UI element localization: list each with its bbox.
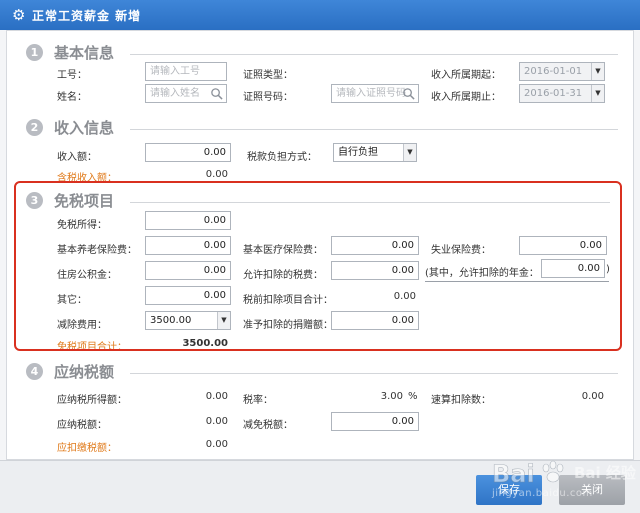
watermark-url: jingyan.baidu.com	[492, 488, 593, 499]
id-no-placeholder: 请输入证照号码	[336, 88, 406, 99]
section-title-basic: 基本信息	[54, 44, 115, 62]
baidu-watermark: Bai Bai 经验 jingyan.baidu.com	[488, 452, 638, 510]
section-number-basic: 1	[26, 44, 43, 61]
income-amount-label: 收入额：	[57, 152, 97, 163]
watermark-text: Bai 经验	[574, 464, 636, 482]
name-label: 姓名：	[57, 92, 87, 103]
period-start-value: 2016-01-01	[524, 66, 583, 77]
withholding-value: 0.00	[205, 439, 228, 450]
tax-bearer-select[interactable]: 自行负担 ▼	[333, 143, 417, 162]
dropdown-arrow-icon[interactable]: ▼	[403, 144, 416, 161]
id-no-input[interactable]: 请输入证照号码	[331, 84, 419, 103]
taxable-amount-value: 0.00	[205, 391, 228, 402]
section-divider	[130, 54, 618, 55]
search-icon[interactable]	[402, 87, 415, 100]
quick-deduction-value: 0.00	[581, 391, 604, 402]
svg-text:Bai: Bai	[492, 460, 535, 488]
search-icon[interactable]	[210, 87, 223, 100]
id-no-label: 证照号码：	[243, 92, 293, 103]
title-bar: ⚙ 正常工资薪金 新增	[0, 0, 640, 30]
period-start-label: 收入所属期起：	[431, 70, 501, 81]
section-title-tax: 应纳税额	[54, 363, 115, 381]
dropdown-arrow-icon[interactable]: ▼	[591, 63, 604, 80]
taxable-amount-label: 应纳税所得额：	[57, 395, 127, 406]
rate-unit: %	[408, 391, 418, 402]
highlight-box	[14, 181, 622, 351]
window-title: 正常工资薪金 新增	[32, 9, 142, 23]
period-start-select[interactable]: 2016-01-01 ▼	[519, 62, 605, 81]
tax-bearer-label: 税款负担方式：	[247, 152, 317, 163]
emp-id-input[interactable]: 请输入工号	[145, 62, 227, 81]
section-number-income: 2	[26, 119, 43, 136]
section-divider	[130, 373, 618, 374]
section-divider	[130, 129, 618, 130]
quick-deduction-label: 速算扣除数：	[431, 395, 491, 406]
taxable-income-value: 0.00	[205, 169, 228, 180]
income-amount-input[interactable]: 0.00	[145, 143, 231, 162]
gear-icon: ⚙	[12, 6, 26, 24]
id-type-label: 证照类型：	[243, 70, 293, 81]
tax-bearer-value: 自行负担	[338, 147, 378, 158]
name-input[interactable]: 请输入姓名	[145, 84, 227, 103]
tax-payable-label: 应纳税额：	[57, 420, 107, 431]
rate-label: 税率：	[243, 395, 273, 406]
dropdown-arrow-icon[interactable]: ▼	[591, 85, 604, 102]
period-end-select[interactable]: 2016-01-31 ▼	[519, 84, 605, 103]
tax-payable-value: 0.00	[205, 416, 228, 427]
period-end-label: 收入所属期止：	[431, 92, 501, 103]
period-end-value: 2016-01-31	[524, 88, 583, 99]
section-title-income: 收入信息	[54, 119, 115, 137]
tax-relief-input[interactable]: 0.00	[331, 412, 419, 431]
emp-id-label: 工号：	[57, 70, 87, 81]
emp-id-placeholder: 请输入工号	[150, 66, 200, 77]
section-number-tax: 4	[26, 363, 43, 380]
tax-relief-label: 减免税额：	[243, 420, 293, 431]
withholding-label: 应扣缴税额：	[57, 443, 117, 454]
rate-value: 3.00	[380, 391, 403, 402]
name-placeholder: 请输入姓名	[150, 88, 200, 99]
